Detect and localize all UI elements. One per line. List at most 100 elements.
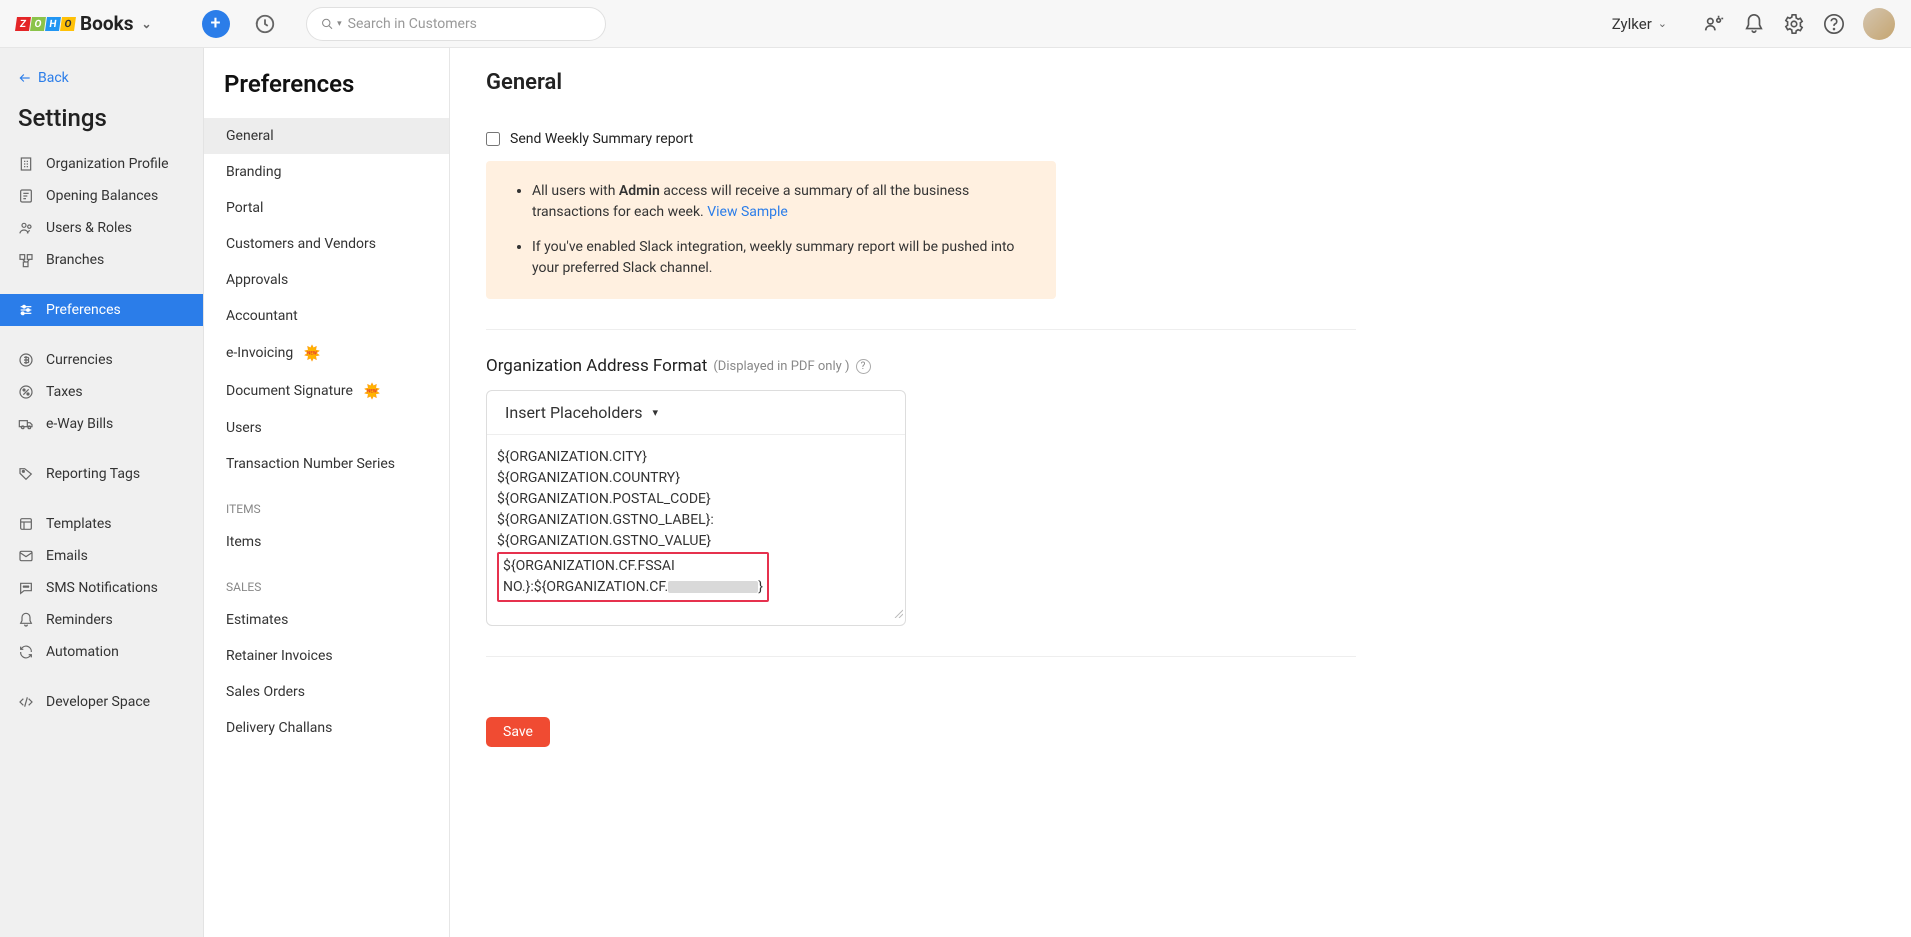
settings-nav-item[interactable]: Templates	[0, 508, 203, 540]
settings-nav-label: Preferences	[46, 302, 121, 318]
sliders-icon	[18, 302, 34, 318]
help-icon[interactable]	[1823, 13, 1845, 35]
help-tooltip-icon[interactable]: ?	[856, 359, 871, 374]
settings-nav-label: Automation	[46, 644, 119, 660]
history-icon[interactable]	[254, 13, 276, 35]
settings-nav-item[interactable]: Emails	[0, 540, 203, 572]
divider	[486, 656, 1356, 657]
settings-nav-item[interactable]: Branches	[0, 244, 203, 276]
divider	[486, 329, 1356, 330]
preferences-nav-item[interactable]: Branding	[204, 154, 449, 190]
address-placeholder-line: ${ORGANIZATION.GSTNO_LABEL}:	[497, 510, 895, 531]
chevron-down-icon: ⌄	[141, 17, 151, 31]
preferences-nav-label: Sales Orders	[226, 684, 305, 700]
settings-nav-item[interactable]: Opening Balances	[0, 180, 203, 212]
settings-nav-item[interactable]: Taxes	[0, 376, 203, 408]
preferences-nav-item[interactable]: Customers and Vendors	[204, 226, 449, 262]
info-item: If you've enabled Slack integration, wee…	[532, 237, 1030, 279]
back-label: Back	[38, 70, 69, 86]
settings-nav-item[interactable]: Reminders	[0, 604, 203, 636]
settings-nav-label: Developer Space	[46, 694, 150, 710]
preferences-nav-item[interactable]: General	[204, 118, 449, 154]
preferences-nav-label: e-Invoicing	[226, 345, 293, 361]
preferences-nav-label: Items	[226, 534, 261, 550]
preferences-nav-item[interactable]: Retainer Invoices	[204, 638, 449, 674]
preferences-nav-item[interactable]: Estimates	[204, 602, 449, 638]
settings-nav-item[interactable]: Organization Profile	[0, 148, 203, 180]
preferences-nav-item[interactable]: Users	[204, 410, 449, 446]
preferences-nav-item[interactable]: Sales Orders	[204, 674, 449, 710]
save-button[interactable]: Save	[486, 717, 550, 747]
weekly-summary-checkbox[interactable]	[486, 132, 500, 146]
new-badge-icon: NEW	[303, 344, 321, 362]
preferences-nav-label: Customers and Vendors	[226, 236, 376, 252]
preferences-section-heading: ITEMS	[204, 482, 449, 524]
app-switcher[interactable]: ZOHO Books ⌄	[16, 12, 152, 35]
preferences-nav-item[interactable]: Document SignatureNEW	[204, 372, 449, 410]
settings-nav-label: Currencies	[46, 352, 113, 368]
search-box[interactable]: ▾	[306, 7, 606, 41]
notifications-icon[interactable]	[1743, 13, 1765, 35]
balance-icon	[18, 188, 34, 204]
settings-nav-item[interactable]: e-Way Bills	[0, 408, 203, 440]
settings-nav-label: SMS Notifications	[46, 580, 158, 596]
view-sample-link[interactable]: View Sample	[707, 204, 788, 220]
settings-nav-label: Reporting Tags	[46, 466, 140, 482]
svg-text:NEW: NEW	[307, 351, 317, 357]
preferences-nav-item[interactable]: Items	[204, 524, 449, 560]
branch-icon	[18, 252, 34, 268]
quick-create-button[interactable]: +	[202, 10, 230, 38]
preferences-nav-item[interactable]: Approvals	[204, 262, 449, 298]
preferences-sidebar: Preferences General BrandingPortal Custome…	[204, 48, 450, 937]
truck-icon	[18, 416, 34, 432]
resize-handle-icon[interactable]	[893, 605, 903, 623]
org-name: Zylker	[1612, 15, 1652, 33]
settings-icon[interactable]	[1783, 13, 1805, 35]
settings-nav-label: e-Way Bills	[46, 416, 113, 432]
template-icon	[18, 516, 34, 532]
refer-icon[interactable]	[1703, 13, 1725, 35]
address-format-editor: Insert Placeholders ▾ ${ORGANIZATION.CIT…	[486, 390, 906, 626]
preferences-nav-item[interactable]: Portal	[204, 190, 449, 226]
tax-icon	[18, 384, 34, 400]
tag-icon	[18, 466, 34, 482]
weekly-summary-checkbox-row[interactable]: Send Weekly Summary report	[486, 131, 1875, 147]
preferences-nav-label: Estimates	[226, 612, 288, 628]
preferences-nav-item[interactable]: Accountant	[204, 298, 449, 334]
settings-nav-item[interactable]: Currencies	[0, 344, 203, 376]
new-badge-icon: NEW	[363, 382, 381, 400]
org-switcher[interactable]: Zylker ⌄	[1612, 15, 1667, 33]
settings-nav-item[interactable]: Reporting Tags	[0, 458, 203, 490]
settings-title: Settings	[0, 90, 203, 148]
settings-nav-item[interactable]: Developer Space	[0, 686, 203, 718]
preferences-title: Preferences	[204, 48, 449, 118]
settings-nav-item[interactable]: SMS Notifications	[0, 572, 203, 604]
insert-placeholders-dropdown[interactable]: Insert Placeholders ▾	[487, 391, 905, 435]
settings-nav-item[interactable]: Users & Roles	[0, 212, 203, 244]
back-button[interactable]: Back	[0, 66, 203, 90]
address-format-textarea[interactable]: ${ORGANIZATION.CITY}${ORGANIZATION.COUNT…	[487, 435, 905, 625]
preferences-nav-item[interactable]: e-Invoicing NEW	[204, 334, 449, 372]
caret-down-icon: ▾	[653, 406, 659, 419]
mail-icon	[18, 548, 34, 564]
preferences-nav-item[interactable]: Delivery Challans	[204, 710, 449, 746]
settings-nav-item[interactable]: Automation	[0, 636, 203, 668]
topbar: ZOHO Books ⌄ + ▾ Zylker ⌄	[0, 0, 1911, 48]
app-name: Books	[80, 12, 133, 35]
preferences-nav-label: General	[226, 128, 274, 144]
address-placeholder-line: ${ORGANIZATION.CITY}	[497, 447, 895, 468]
avatar[interactable]	[1863, 8, 1895, 40]
sync-icon	[18, 644, 34, 660]
preferences-nav-item[interactable]: Transaction Number Series	[204, 446, 449, 482]
settings-nav-item[interactable]: Preferences	[0, 294, 203, 326]
settings-nav-label: Opening Balances	[46, 188, 158, 204]
content-area: General Send Weekly Summary report All u…	[450, 48, 1911, 937]
page-title: General	[486, 70, 1875, 95]
sms-icon	[18, 580, 34, 596]
address-placeholder-line: ${ORGANIZATION.GSTNO_VALUE}	[497, 531, 895, 552]
search-input[interactable]	[348, 16, 591, 32]
preferences-nav-label: Accountant	[226, 308, 298, 324]
settings-nav-label: Templates	[46, 516, 112, 532]
chevron-down-icon: ⌄	[1658, 17, 1667, 30]
search-scope-caret-icon[interactable]: ▾	[337, 19, 342, 29]
